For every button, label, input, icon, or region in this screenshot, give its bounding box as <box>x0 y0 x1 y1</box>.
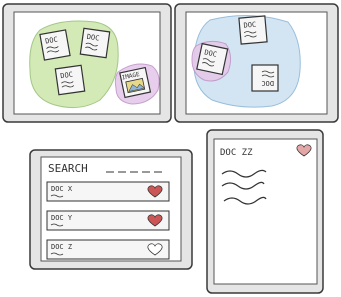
tablet-detail: DOC ZZ <box>206 129 324 294</box>
image-note: IMAGE <box>119 66 152 99</box>
search-result-row[interactable]: DOC Z <box>46 239 170 260</box>
result-label: DOC X <box>51 185 73 193</box>
search-result-row[interactable]: DOC Y <box>46 210 170 231</box>
detail-title: DOC ZZ <box>220 148 253 158</box>
doc-note-label: DOC <box>243 21 256 30</box>
tablet-sketch-diagram: DOC DOC DOC IMAGE DOC DOC DOC SEARCH DOC… <box>2 3 339 294</box>
doc-note-upside-down: DOC <box>251 64 279 92</box>
result-label: DOC Z <box>51 243 72 251</box>
doc-note-label: DOC <box>261 79 274 87</box>
doc-note: DOC <box>196 42 229 76</box>
tablet-search: SEARCH DOC X DOC Y DOC Z <box>29 149 193 270</box>
tablet-top-left: DOC DOC DOC IMAGE <box>2 3 172 123</box>
doc-note: DOC <box>238 15 268 45</box>
tablet-screen <box>213 138 318 285</box>
doc-note: DOC <box>54 64 86 96</box>
tablet-top-right: DOC DOC DOC <box>174 3 339 123</box>
doc-note: DOC <box>39 29 71 61</box>
result-label: DOC Y <box>51 214 73 222</box>
search-result-row[interactable]: DOC X <box>46 181 170 202</box>
search-title: SEARCH <box>48 162 88 175</box>
doc-note: DOC <box>79 27 111 59</box>
